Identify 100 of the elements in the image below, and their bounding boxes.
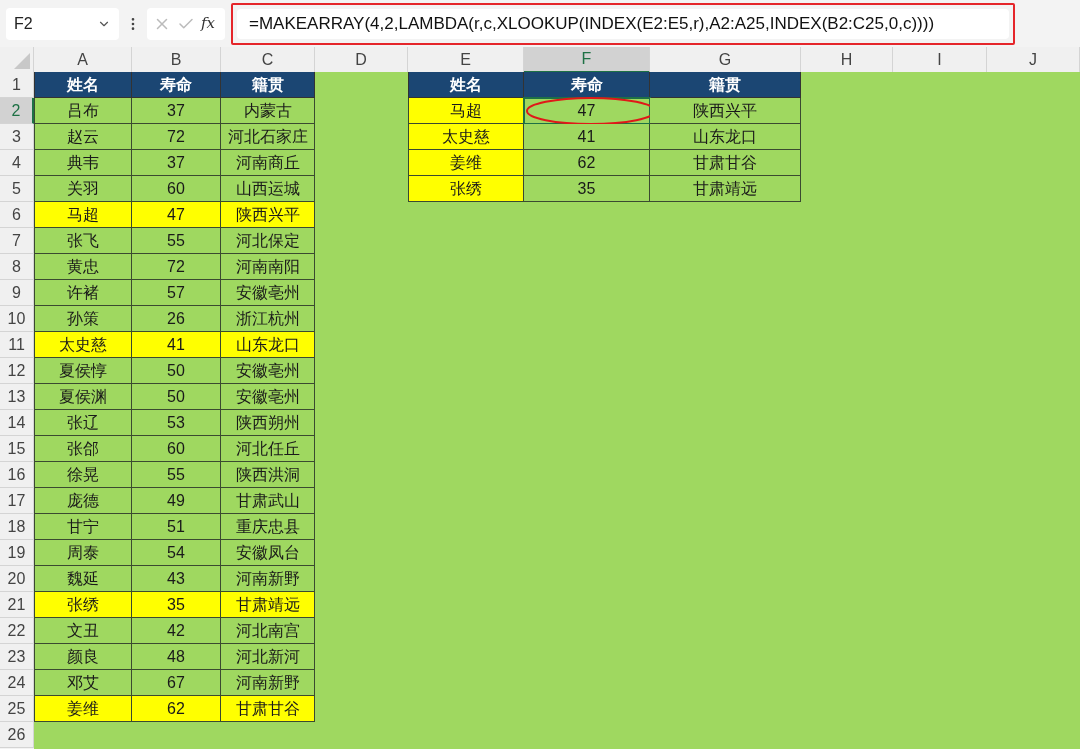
row-header[interactable]: 4 <box>0 150 34 176</box>
row-header[interactable]: 13 <box>0 384 34 410</box>
table-cell: 河北新河 <box>221 644 315 670</box>
row-header[interactable]: 19 <box>0 540 34 566</box>
table-cell: 徐晃 <box>34 462 132 488</box>
table-cell: 魏延 <box>34 566 132 592</box>
table-cell: 43 <box>132 566 221 592</box>
table-cell: 太史慈 <box>408 124 524 150</box>
row-header[interactable]: 14 <box>0 410 34 436</box>
row-header[interactable]: 26 <box>0 722 34 748</box>
table-cell: 典韦 <box>34 150 132 176</box>
table-cell: 甘肃靖远 <box>650 176 801 202</box>
table-cell: 周泰 <box>34 540 132 566</box>
header-cell: 籍贯 <box>650 72 801 98</box>
table-cell: 26 <box>132 306 221 332</box>
table-cell: 马超 <box>34 202 132 228</box>
table-cell: 关羽 <box>34 176 132 202</box>
table-cell: 甘肃甘谷 <box>650 150 801 176</box>
row-header[interactable]: 24 <box>0 670 34 696</box>
row-header[interactable]: 6 <box>0 202 34 228</box>
table-cell: 河南商丘 <box>221 150 315 176</box>
row-header[interactable]: 23 <box>0 644 34 670</box>
table-cell: 50 <box>132 384 221 410</box>
header-cell: 寿命 <box>524 72 650 98</box>
name-box[interactable]: F2 <box>6 7 119 40</box>
formula-field[interactable]: =MAKEARRAY(4,2,LAMBDA(r,c,XLOOKUP(INDEX(E2:E5,r),A2:A25,INDEX(B2:C25,0,c)))) <box>237 8 1009 39</box>
row-header[interactable]: 15 <box>0 436 34 462</box>
table-cell: 60 <box>132 176 221 202</box>
table-cell: 49 <box>132 488 221 514</box>
table-cell: 河南南阳 <box>221 254 315 280</box>
table-cell: 60 <box>132 436 221 462</box>
table-cell: 47 <box>524 98 650 124</box>
table-cell: 张郃 <box>34 436 132 462</box>
row-header[interactable]: 1 <box>0 72 34 98</box>
table-cell: 42 <box>132 618 221 644</box>
table-cell: 62 <box>524 150 650 176</box>
table-cell: 庞德 <box>34 488 132 514</box>
row-header[interactable]: 21 <box>0 592 34 618</box>
table-cell: 张绣 <box>34 592 132 618</box>
header-cell: 寿命 <box>132 72 221 98</box>
row-header[interactable]: 7 <box>0 228 34 254</box>
table-cell: 吕布 <box>34 98 132 124</box>
table-cell: 山西运城 <box>221 176 315 202</box>
header-cell: 姓名 <box>34 72 132 98</box>
row-header[interactable]: 18 <box>0 514 34 540</box>
table-cell: 55 <box>132 462 221 488</box>
table-cell: 河南新野 <box>221 566 315 592</box>
table-cell: 姜维 <box>408 150 524 176</box>
row-header[interactable]: 10 <box>0 306 34 332</box>
table-cell: 72 <box>132 124 221 150</box>
row-header[interactable]: 3 <box>0 124 34 150</box>
table-cell: 张飞 <box>34 228 132 254</box>
table-cell: 文丑 <box>34 618 132 644</box>
row-header[interactable]: 12 <box>0 358 34 384</box>
header-cell: 籍贯 <box>221 72 315 98</box>
table-cell: 57 <box>132 280 221 306</box>
table-cell: 赵云 <box>34 124 132 150</box>
table-cell: 安徽亳州 <box>221 358 315 384</box>
row-header[interactable]: 16 <box>0 462 34 488</box>
table-cell: 河北石家庄 <box>221 124 315 150</box>
table-cell: 内蒙古 <box>221 98 315 124</box>
table-cell: 许褚 <box>34 280 132 306</box>
header-cell: 姓名 <box>408 72 524 98</box>
row-header[interactable]: 9 <box>0 280 34 306</box>
table-cell: 53 <box>132 410 221 436</box>
row-header[interactable]: 11 <box>0 332 34 358</box>
table-cell: 甘宁 <box>34 514 132 540</box>
table-cell: 67 <box>132 670 221 696</box>
table-cell: 47 <box>132 202 221 228</box>
table-cell: 72 <box>132 254 221 280</box>
row-header[interactable]: 22 <box>0 618 34 644</box>
table-cell: 颜良 <box>34 644 132 670</box>
table-cell: 重庆忠县 <box>221 514 315 540</box>
row-header[interactable]: 25 <box>0 696 34 722</box>
table-cell: 甘肃武山 <box>221 488 315 514</box>
table-cell: 山东龙口 <box>221 332 315 358</box>
table-cell: 甘肃甘谷 <box>221 696 315 722</box>
row-header[interactable]: 5 <box>0 176 34 202</box>
table-cell: 54 <box>132 540 221 566</box>
table-cell: 姜维 <box>34 696 132 722</box>
table-cell: 河北南宫 <box>221 618 315 644</box>
table-cell: 55 <box>132 228 221 254</box>
table-cell: 马超 <box>408 98 524 124</box>
column-header[interactable]: F <box>524 47 650 73</box>
table-cell: 甘肃靖远 <box>221 592 315 618</box>
table-cell: 51 <box>132 514 221 540</box>
table-cell: 陕西朔州 <box>221 410 315 436</box>
table-cell: 50 <box>132 358 221 384</box>
row-header[interactable]: 8 <box>0 254 34 280</box>
table-cell: 河北任丘 <box>221 436 315 462</box>
table-cell: 张绣 <box>408 176 524 202</box>
table-cell: 37 <box>132 150 221 176</box>
table-cell: 陕西兴平 <box>650 98 801 124</box>
table-cell: 夏侯渊 <box>34 384 132 410</box>
table-cell: 夏侯惇 <box>34 358 132 384</box>
function-button[interactable]: fx <box>201 12 215 35</box>
row-header[interactable]: 20 <box>0 566 34 592</box>
row-header[interactable]: 2 <box>0 98 34 124</box>
row-header[interactable]: 17 <box>0 488 34 514</box>
table-cell: 邓艾 <box>34 670 132 696</box>
